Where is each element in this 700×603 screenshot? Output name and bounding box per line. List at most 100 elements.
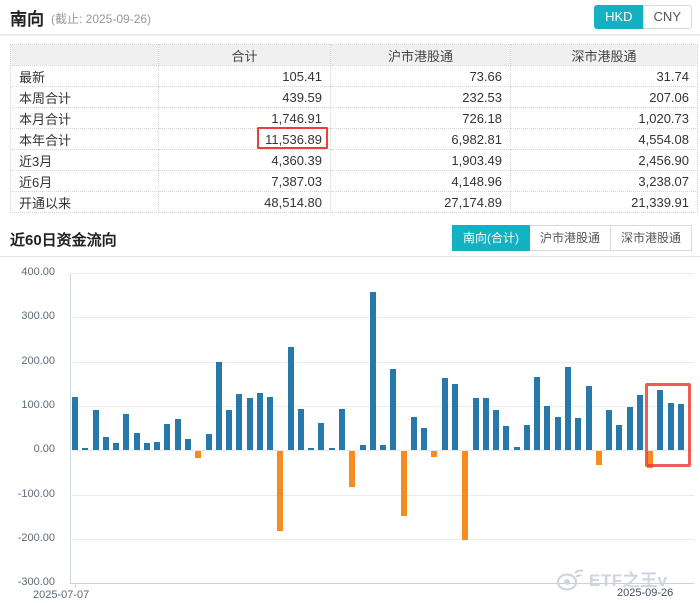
watermark-text: ETF之王v — [589, 571, 668, 590]
page-title: 南向 — [10, 9, 44, 29]
row-label: 开通以来 — [10, 191, 159, 213]
summary-table: 合计 沪市港股通 深市港股通 最新 105.41 73.66 31.74 本周合计 439… — [10, 44, 698, 213]
flow-tab-0[interactable]: 南向(合计) — [451, 225, 530, 251]
y-axis-line — [70, 273, 71, 584]
col-header-total: 合计 — [158, 44, 331, 66]
row-value: 1,903.49 — [330, 149, 511, 171]
bar-inflow — [297, 409, 304, 451]
bar-inflow — [554, 417, 561, 451]
col-header-sz-connect: 深市港股通 — [510, 44, 698, 66]
row-value: 4,554.08 — [510, 128, 698, 150]
bar-inflow — [184, 438, 191, 451]
flow-tab-1[interactable]: 沪市港股通 — [529, 225, 611, 251]
bar-inflow — [92, 409, 99, 451]
bar-inflow — [421, 428, 428, 451]
year-total-highlight-box — [257, 127, 328, 149]
bar-inflow — [585, 386, 592, 451]
bar-inflow — [575, 418, 582, 451]
y-axis-tick-label: -100.00 — [17, 487, 55, 500]
y-axis-tick-label: 200.00 — [21, 354, 55, 367]
bar-inflow — [226, 410, 233, 451]
row-value: 4,148.96 — [330, 170, 511, 192]
bar-inflow — [534, 376, 541, 451]
row-value: 48,514.80 — [158, 191, 331, 213]
bar-inflow — [318, 423, 325, 451]
row-value: 207.06 — [510, 86, 698, 108]
y-axis-tick-label: 400.00 — [21, 266, 55, 278]
bar-inflow — [174, 418, 181, 451]
table-row: 本年合计 11,536.89 6,982.81 4,554.08 — [10, 128, 698, 150]
col-header-sh-connect: 沪市港股通 — [330, 44, 511, 66]
y-axis-tick-label: 100.00 — [21, 398, 55, 411]
y-axis-tick-label: -300.00 — [17, 576, 55, 589]
bar-inflow — [72, 397, 78, 451]
bar-inflow — [287, 347, 294, 451]
col-header-blank — [10, 44, 159, 66]
table-row: 开通以来 48,514.80 27,174.89 21,339.91 — [10, 191, 698, 213]
row-value: 31.74 — [510, 65, 698, 87]
bar-inflow — [523, 425, 530, 451]
bar-outflow — [349, 451, 356, 488]
bar-inflow — [616, 424, 623, 451]
row-value: 1,746.91 — [158, 107, 331, 129]
bar-inflow — [308, 447, 315, 451]
bar-inflow — [493, 410, 500, 451]
bar-inflow — [164, 424, 171, 451]
y-axis-tick-label: 0.00 — [33, 443, 55, 456]
bar-inflow — [215, 361, 222, 451]
bar-inflow — [267, 397, 274, 451]
gridline — [70, 273, 694, 274]
currency-button-hkd[interactable]: HKD — [594, 5, 643, 29]
bar-inflow — [472, 397, 479, 451]
row-value: 27,174.89 — [330, 191, 511, 213]
flow-section-title: 近60日资金流向 — [10, 232, 117, 249]
table-row: 近3月 4,360.39 1,903.49 2,456.90 — [10, 149, 698, 171]
bar-inflow — [564, 367, 571, 451]
bar-inflow — [339, 409, 346, 451]
currency-button-cny[interactable]: CNY — [642, 5, 692, 29]
flow-tabs: 南向(合计) 沪市港股通 深市港股通 — [451, 225, 692, 251]
row-value: 2,456.90 — [510, 149, 698, 171]
row-value: 7,387.03 — [158, 170, 331, 192]
y-axis-tick-label: -200.00 — [17, 531, 55, 544]
row-value: 439.59 — [158, 86, 331, 108]
row-label: 近6月 — [10, 170, 159, 192]
bar-inflow — [359, 445, 366, 451]
recent-bars-highlight-box — [645, 383, 691, 467]
bar-inflow — [410, 417, 417, 451]
watermark: ETF之王v — [556, 565, 668, 592]
bar-inflow — [256, 393, 263, 451]
bar-inflow — [154, 441, 161, 451]
flow-bar-chart: 2025-07-07 2025-09-26 ETF之王v 400.00 300.0… — [0, 258, 700, 603]
table-row: 最新 105.41 73.66 31.74 — [10, 65, 698, 87]
bar-inflow — [482, 397, 489, 451]
row-value: 105.41 — [158, 65, 331, 87]
bar-inflow — [236, 394, 243, 451]
bar-inflow — [390, 369, 397, 451]
flow-tab-2[interactable]: 深市港股通 — [610, 225, 692, 251]
weibo-icon — [556, 569, 584, 591]
row-value: 4,360.39 — [158, 149, 331, 171]
bar-inflow — [205, 433, 212, 451]
row-value: 1,020.73 — [510, 107, 698, 129]
bar-inflow — [123, 413, 130, 451]
x-axis-label-first: 2025-07-07 — [33, 589, 90, 601]
row-value: 726.18 — [330, 107, 511, 129]
bar-outflow — [431, 451, 438, 457]
bar-inflow — [246, 398, 253, 451]
bar-inflow — [369, 292, 376, 451]
row-value: 6,982.81 — [330, 128, 511, 150]
gridline — [70, 538, 694, 540]
bar-inflow — [626, 407, 633, 451]
bar-inflow — [102, 437, 109, 451]
row-label: 近3月 — [10, 149, 159, 171]
gridline — [70, 405, 694, 407]
flow-section-header: 近60日资金流向 南向(合计) 沪市港股通 深市港股通 — [0, 220, 700, 257]
bar-outflow — [595, 451, 602, 466]
bar-inflow — [133, 433, 140, 451]
row-value: 232.53 — [330, 86, 511, 108]
table-row: 本周合计 439.59 232.53 207.06 — [10, 86, 698, 108]
bar-inflow — [143, 443, 150, 451]
bar-inflow — [82, 448, 89, 451]
bar-inflow — [328, 447, 335, 451]
